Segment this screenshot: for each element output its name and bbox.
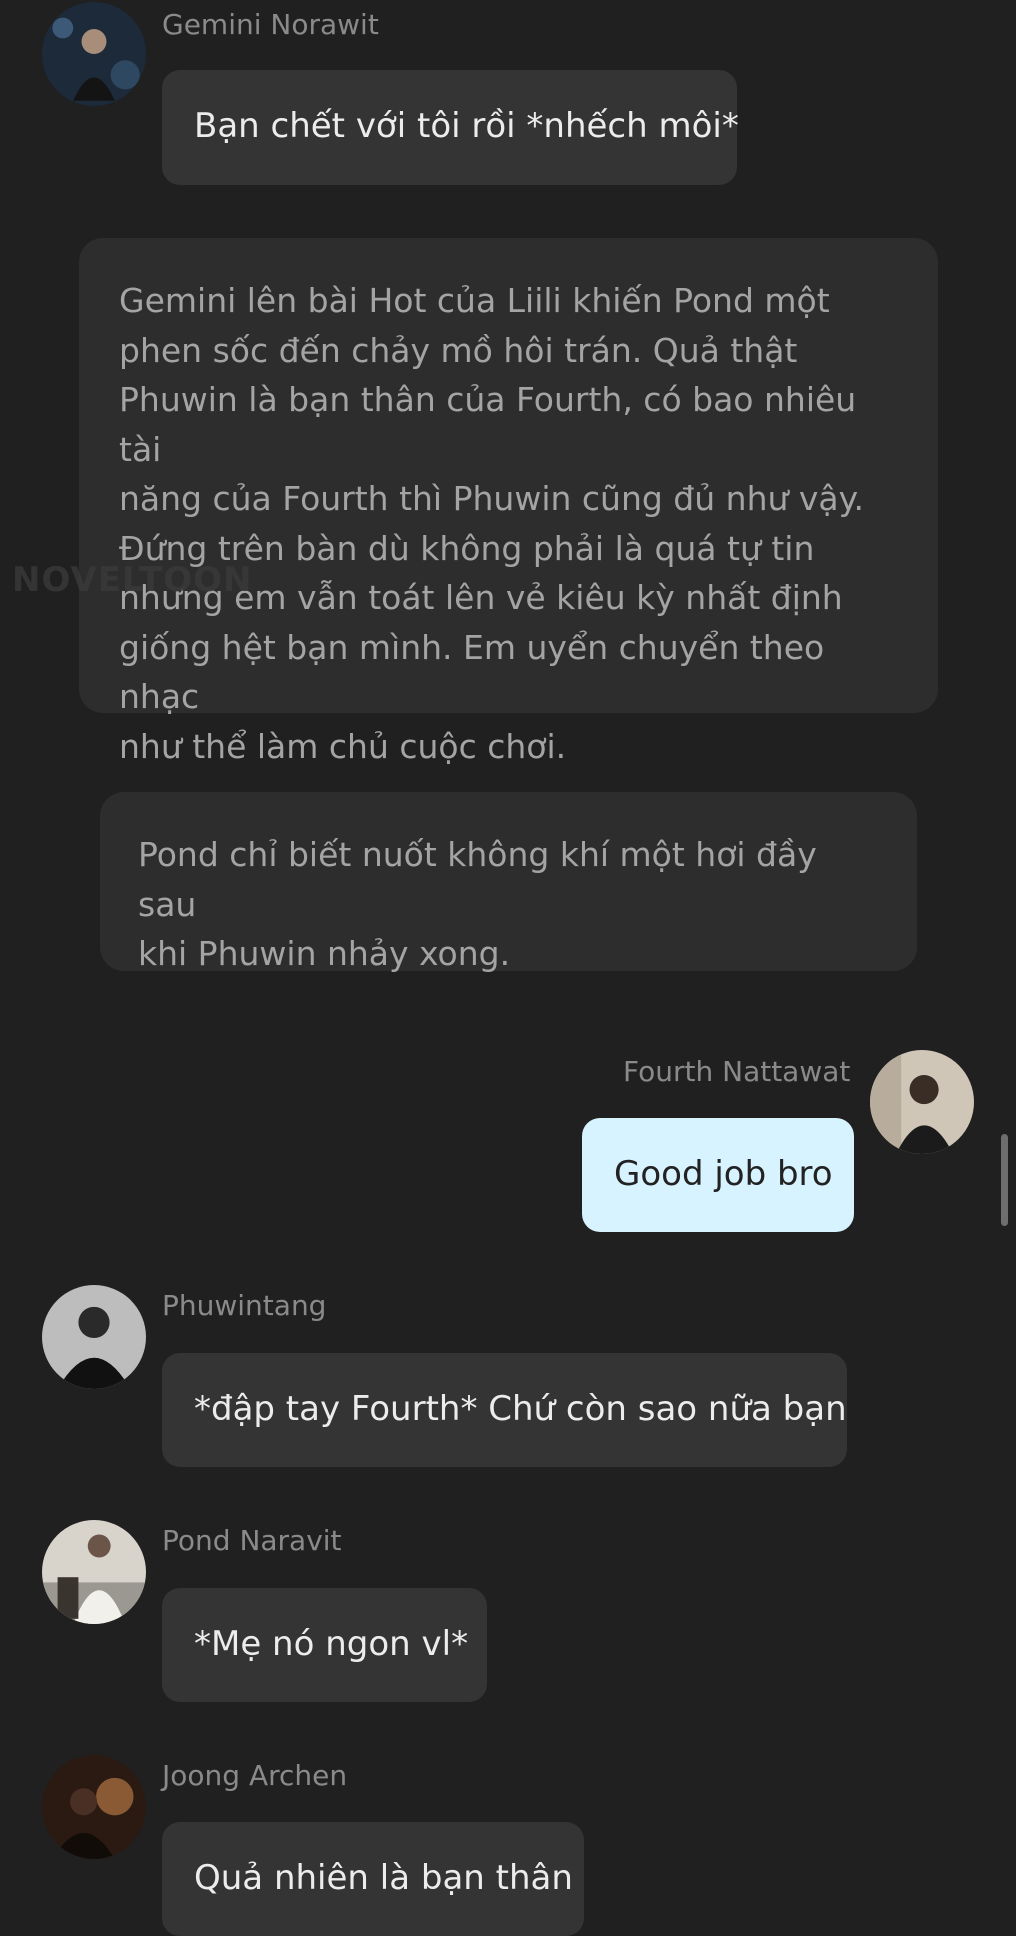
scrollbar[interactable] [1001, 1134, 1008, 1226]
narration-block: Gemini lên bài Hot của Liili khiến Pond … [79, 238, 938, 766]
narration-block: Pond chỉ biết nuốt không khí một hơi đầy… [100, 792, 917, 973]
sender-name: Phuwintang [162, 1289, 327, 1322]
pond-avatar[interactable] [42, 1520, 146, 1624]
sender-name: Joong Archen [162, 1759, 348, 1792]
joong-avatar[interactable] [42, 1755, 146, 1859]
message-bubble[interactable]: *Mẹ nó ngon vl* [162, 1588, 487, 1702]
fourth-avatar[interactable] [870, 1050, 974, 1154]
message-bubble[interactable]: *đập tay Fourth* Chứ còn sao nữa bạn [162, 1353, 847, 1467]
sender-name: Pond Naravit [162, 1524, 342, 1557]
gemini-avatar[interactable] [42, 2, 146, 106]
message-bubble[interactable]: Quả nhiên là bạn thân [162, 1822, 584, 1936]
phuwin-avatar[interactable] [42, 1285, 146, 1389]
noveltoon-watermark: NOVELTOON [12, 560, 253, 600]
message-bubble[interactable]: Bạn chết với tôi rồi *nhếch môi* [162, 70, 739, 185]
message-bubble-self[interactable]: Good job bro [582, 1118, 854, 1232]
sender-name: Gemini Norawit [162, 8, 379, 41]
sender-name: Fourth Nattawat [623, 1055, 851, 1088]
